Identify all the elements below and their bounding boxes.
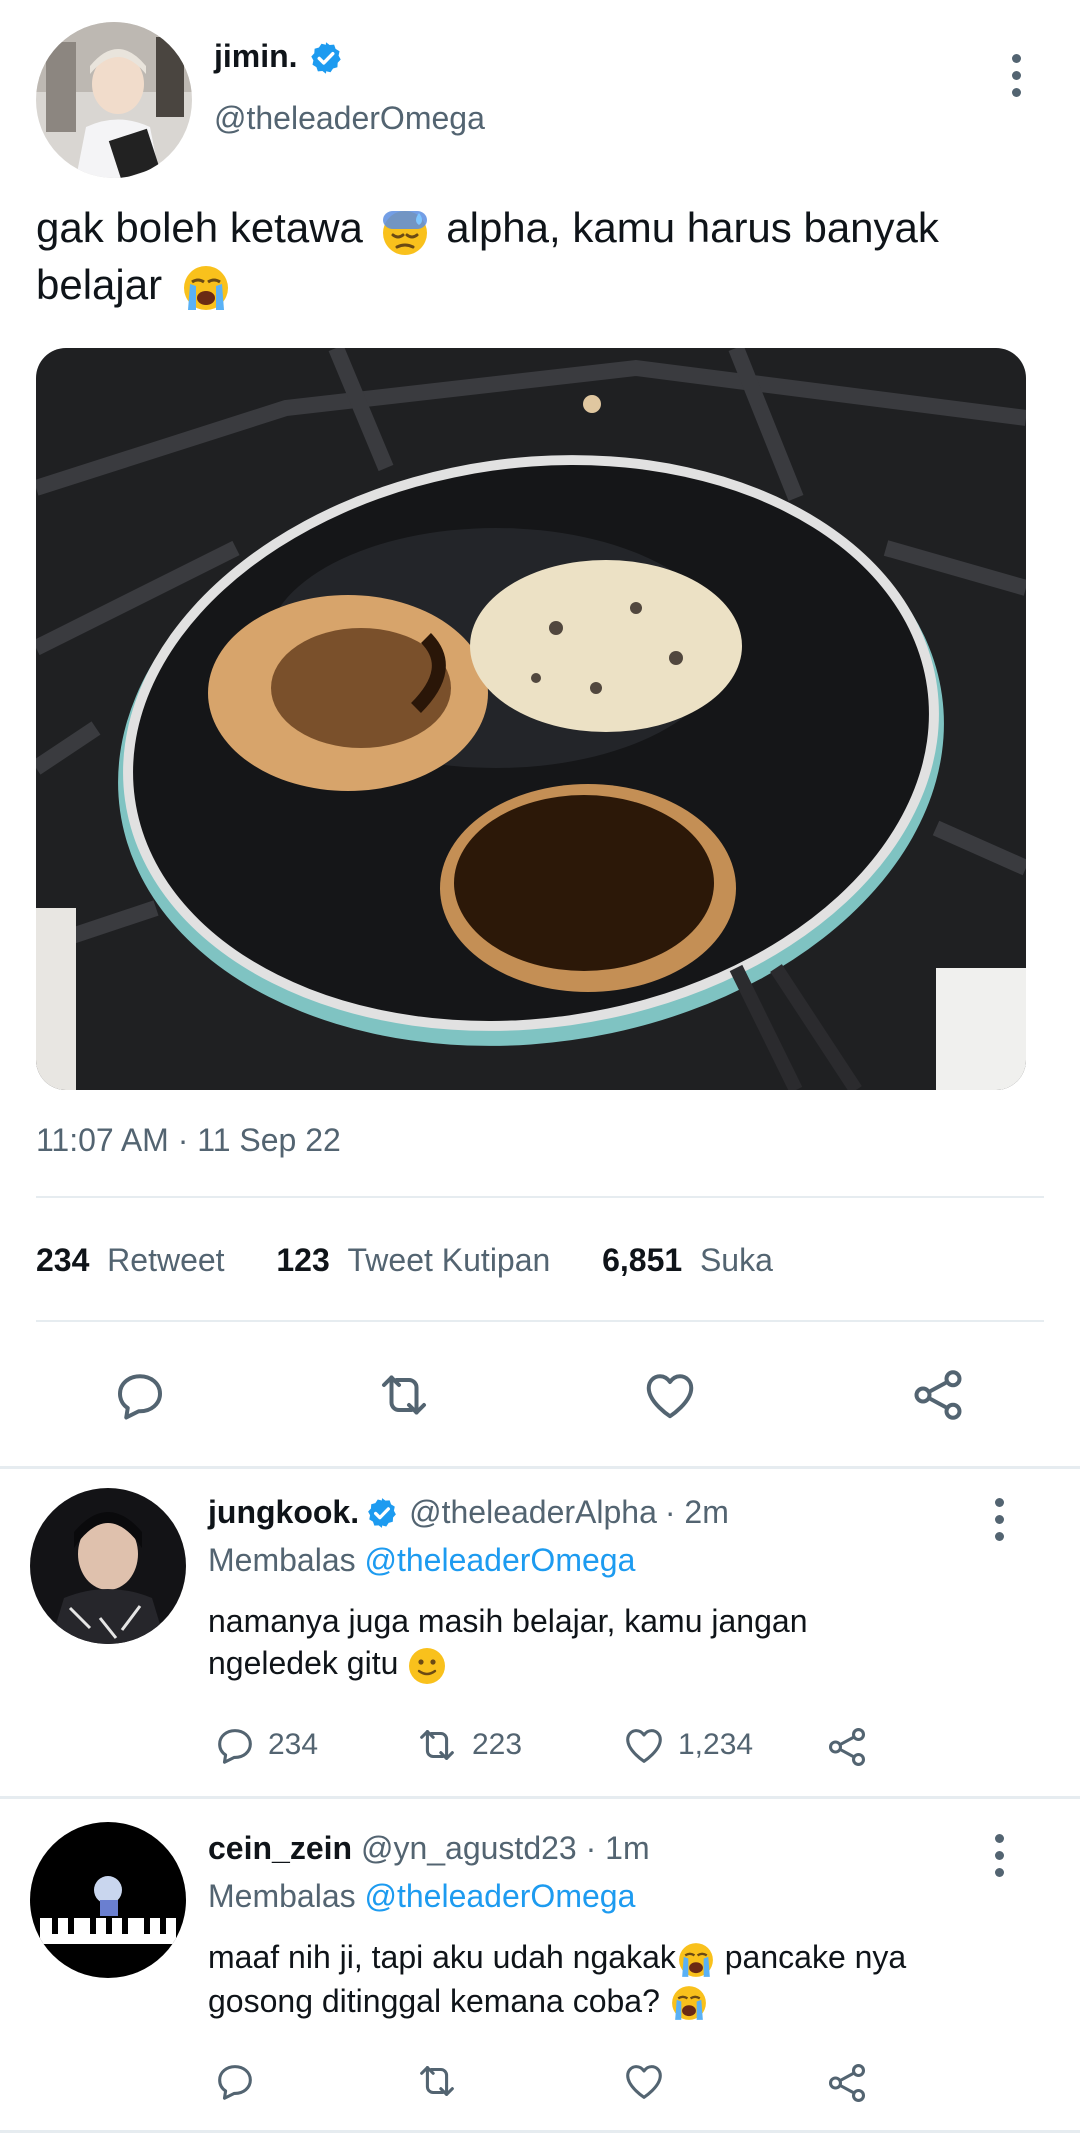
reply-more-menu-icon[interactable] [993,1498,1005,1541]
tweet-text: gak boleh ketawa alpha, kamu harus banya… [36,200,1046,314]
section-divider [0,1796,1080,1799]
downcast-sweat-face-emoji-icon [382,210,427,255]
replying-to-link[interactable]: @theleaderOmega [365,1542,636,1578]
author-display-name[interactable]: jimin. [214,38,298,75]
share-icon[interactable] [908,1365,968,1425]
tweet-text-part2: alpha, kamu harus banyak [446,204,939,251]
verified-icon [368,1497,396,1528]
verified-icon [311,42,341,74]
reply-display-name[interactable]: jungkook. [208,1494,359,1531]
replying-to-link[interactable]: @theleaderOmega [365,1878,636,1914]
reply-time[interactable]: · 1m [586,1830,650,1866]
section-divider [0,1466,1080,1469]
reply-avatar[interactable] [30,1488,186,1644]
like-count: 1,234 [678,1728,754,1761]
divider [36,1196,1044,1198]
reply-header: cein_zein @yn_agustd23 · 1m [208,1830,650,1867]
reply-text: namanya juga masih belajar, kamu jangan … [208,1600,807,1686]
reply-handle[interactable]: @theleaderAlpha [409,1494,657,1531]
loudly-crying-face-emoji-icon [678,1942,713,1977]
author-handle[interactable]: @theleaderOmega [214,100,485,137]
reply-count: 234 [268,1728,319,1761]
loudly-crying-face-emoji-icon [183,265,228,310]
reply-icon[interactable] [212,1722,258,1768]
reply-more-menu-icon[interactable] [993,1834,1005,1877]
reply-handle[interactable]: @yn_agustd23 [361,1830,577,1866]
slightly-smiling-face-emoji-icon [409,1647,446,1684]
like-icon[interactable] [640,1365,700,1425]
tweet-text-part1: gak boleh ketawa [36,204,363,251]
reply-reply-action[interactable]: 234 [212,1722,318,1768]
reply-header: jungkook. @theleaderAlpha · 2m [208,1494,729,1531]
retweet-icon[interactable] [374,1365,434,1425]
reply-like-action[interactable]: 1,234 [620,1722,753,1768]
retweet-icon[interactable] [412,1722,462,1768]
tweet-media-image[interactable] [36,348,1026,1090]
reply-text: maaf nih ji, tapi aku udah ngakak pancak… [208,1936,906,2023]
share-icon[interactable] [824,1724,870,1770]
retweet-stat[interactable]: 234 Retweet [36,1242,225,1278]
reply-avatar[interactable] [30,1822,186,1978]
tweet-timestamp[interactable]: 11:07 AM · 11 Sep 22 [36,1122,341,1159]
tweet-text-part3: belajar [36,260,163,308]
tweet-more-menu-icon[interactable] [1010,54,1022,97]
reply-icon[interactable] [212,2058,258,2104]
section-divider [0,2130,1080,2133]
like-icon[interactable] [620,2058,668,2104]
replying-to: Membalas @theleaderOmega [208,1878,636,1914]
reply-retweet-action[interactable]: 223 [412,1722,522,1768]
like-stat[interactable]: 6,851 Suka [602,1242,773,1278]
replying-to: Membalas @theleaderOmega [208,1542,636,1578]
quote-stat[interactable]: 123 Tweet Kutipan [276,1242,550,1278]
like-icon[interactable] [620,1722,668,1768]
reply-icon[interactable] [110,1365,170,1425]
reply-time[interactable]: · 2m [665,1494,729,1531]
retweet-icon[interactable] [412,2058,462,2104]
author-avatar[interactable] [36,22,192,178]
tweet-stats-row: 234 Retweet 123 Tweet Kutipan 6,851 Suka [36,1242,773,1279]
divider [36,1320,1044,1322]
loudly-crying-face-emoji-icon [671,1986,706,2021]
share-icon[interactable] [824,2060,870,2106]
reply-display-name[interactable]: cein_zein [208,1830,352,1866]
retweet-count: 223 [472,1728,523,1761]
